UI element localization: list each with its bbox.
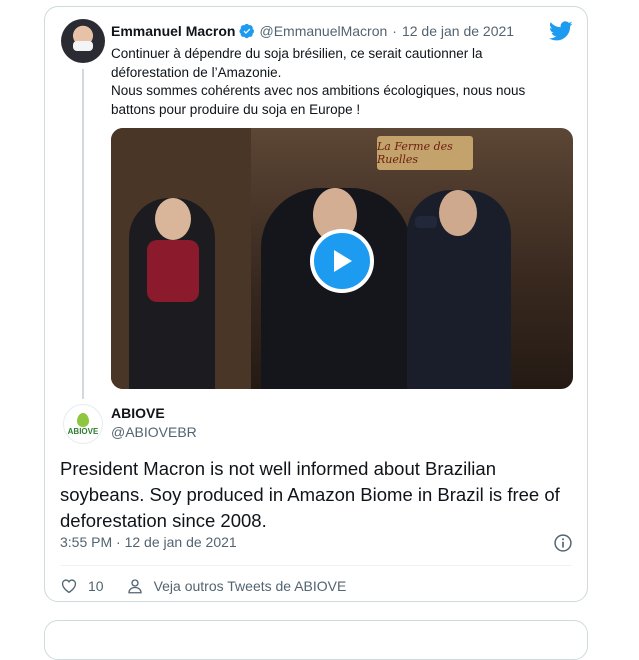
profile-link[interactable]: Veja outros Tweets de ABIOVE	[126, 577, 347, 595]
tweet-time[interactable]: 3:55 PM	[60, 534, 112, 550]
tweet-date[interactable]: 12 de jan de 2021	[402, 23, 514, 39]
tweet-actions: 10 Veja outros Tweets de ABIOVE	[60, 575, 346, 597]
twitter-bird-icon[interactable]	[549, 19, 573, 43]
like-count: 10	[88, 578, 104, 594]
tweet-meta[interactable]: 3:55 PM · 12 de jan de 2021	[60, 534, 237, 550]
abiove-logo-text: ABIOVE	[67, 426, 99, 436]
profile-link-label: Veja outros Tweets de ABIOVE	[153, 578, 347, 594]
video-person-right	[407, 190, 511, 389]
info-icon[interactable]	[553, 533, 573, 553]
tweet-full-date[interactable]: 12 de jan de 2021	[125, 534, 237, 550]
author-handle[interactable]: @EmmanuelMacron	[259, 23, 387, 39]
heart-icon	[61, 579, 77, 594]
verified-badge-icon	[239, 23, 255, 39]
video-sign: La Ferme des Ruelles	[377, 136, 473, 170]
meta-separator: ·	[116, 534, 121, 550]
action-divider	[60, 565, 572, 566]
thread-connector-line	[82, 69, 84, 399]
like-button[interactable]: 10	[60, 577, 126, 595]
play-icon	[334, 250, 352, 272]
quoted-tweet-text: President Macron is not well informed ab…	[60, 458, 560, 531]
embedded-tweet-card: Emmanuel Macron @EmmanuelMacron · 12 de …	[44, 6, 588, 602]
user-icon	[127, 579, 142, 594]
quoted-author-handle[interactable]: @ABIOVEBR	[111, 424, 197, 440]
author-name[interactable]: Emmanuel Macron	[111, 23, 235, 39]
macron-avatar[interactable]	[61, 19, 105, 63]
abiove-avatar[interactable]: ABIOVE	[63, 404, 103, 444]
tweet-text-line: Nous sommes cohérents avec nos ambitions…	[111, 83, 526, 98]
tweet-text-line: déforestation de l’Amazonie.	[111, 64, 282, 80]
tweet-text-line: Continuer à dépendre du soja brésilien, …	[111, 46, 483, 61]
next-tweet-card-edge	[44, 620, 588, 660]
video-thumbnail[interactable]: La Ferme des Ruelles	[111, 128, 573, 389]
abiove-leaf-logo	[77, 412, 89, 427]
tweet-header: Emmanuel Macron @EmmanuelMacron · 12 de …	[111, 21, 571, 41]
quoted-author-name[interactable]: ABIOVE	[111, 405, 165, 421]
video-person-left	[129, 198, 215, 389]
tweet-text: Continuer à dépendre du soja brésilien, …	[111, 45, 541, 119]
play-button[interactable]	[310, 229, 374, 293]
tweet-text-line: battons pour produire du soja en Europe …	[111, 101, 361, 117]
separator-dot: ·	[392, 23, 397, 39]
